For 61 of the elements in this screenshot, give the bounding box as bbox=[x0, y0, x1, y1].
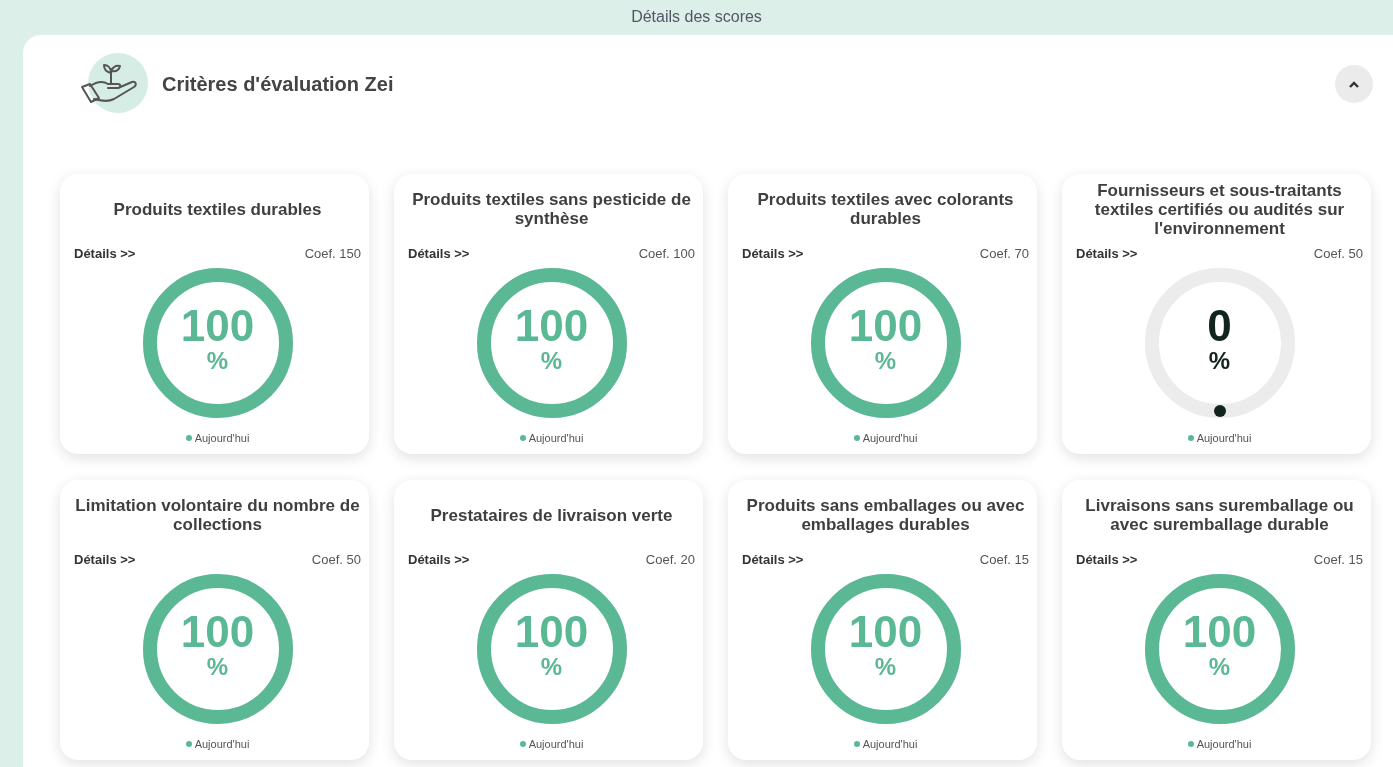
legend-label: Aujourd'hui bbox=[194, 432, 250, 444]
coefficient: Coef. 70 bbox=[979, 245, 1029, 261]
score-unit: % bbox=[874, 348, 897, 374]
legend-dot bbox=[1187, 741, 1194, 747]
coefficient: Coef. 15 bbox=[979, 551, 1029, 567]
details-link[interactable]: Détails >> bbox=[408, 551, 470, 567]
score-unit: % bbox=[1208, 348, 1231, 374]
legend-label: Aujourd'hui bbox=[862, 738, 918, 750]
details-link[interactable]: Détails >> bbox=[408, 245, 470, 261]
criterion-title: Prestataires de livraison verte bbox=[430, 505, 673, 525]
details-link[interactable]: Détails >> bbox=[1076, 245, 1138, 261]
chevron-icon bbox=[1348, 80, 1360, 88]
criterion-title: Produits textiles sans pesticide de synthèse bbox=[411, 190, 692, 228]
criterion-title: Produits textiles durables bbox=[113, 199, 322, 219]
legend-label: Aujourd'hui bbox=[528, 432, 584, 444]
legend-label: Aujourd'hui bbox=[1196, 432, 1252, 444]
score-value: 100 bbox=[180, 304, 255, 348]
section-title: Critères d'évaluation Zei bbox=[162, 72, 395, 96]
coefficient: Coef. 20 bbox=[645, 551, 695, 567]
score-value: 100 bbox=[514, 304, 589, 348]
coefficient: Coef. 15 bbox=[1313, 551, 1363, 567]
coefficient: Coef. 100 bbox=[638, 245, 695, 261]
score-value: 100 bbox=[848, 610, 923, 654]
criterion-title: Fournisseurs et sous-traitants textiles certifiés ou audités sur l'environnement bbox=[1093, 180, 1346, 238]
score-unit: % bbox=[540, 654, 563, 680]
coefficient: Coef. 50 bbox=[1313, 245, 1363, 261]
legend-label: Aujourd'hui bbox=[862, 432, 918, 444]
hand-with-sprout-icon bbox=[78, 53, 148, 115]
page-title: Détails des scores bbox=[630, 7, 763, 27]
legend-dot bbox=[519, 435, 526, 441]
legend-dot bbox=[185, 741, 192, 747]
collapse-button[interactable] bbox=[1335, 65, 1373, 103]
legend-dot bbox=[853, 741, 860, 747]
score-value: 100 bbox=[1182, 610, 1257, 654]
criterion-title: Produits textiles avec colorants durables bbox=[756, 190, 1015, 228]
details-link[interactable]: Détails >> bbox=[742, 551, 804, 567]
legend-dot bbox=[519, 741, 526, 747]
score-value: 100 bbox=[514, 610, 589, 654]
criterion-title: Livraisons sans suremballage ou avec suremballage durable bbox=[1084, 496, 1355, 534]
details-link[interactable]: Détails >> bbox=[1076, 551, 1138, 567]
legend-dot bbox=[853, 435, 860, 441]
score-value: 0 bbox=[1207, 304, 1232, 348]
score-unit: % bbox=[540, 348, 563, 374]
criterion-title: Limitation volontaire du nombre de collections bbox=[74, 496, 361, 534]
legend-label: Aujourd'hui bbox=[194, 738, 250, 750]
legend-dot bbox=[185, 435, 192, 441]
score-value: 100 bbox=[848, 304, 923, 348]
score-value: 100 bbox=[180, 610, 255, 654]
score-unit: % bbox=[874, 654, 897, 680]
legend-dot bbox=[1187, 435, 1194, 441]
score-unit: % bbox=[1208, 654, 1231, 680]
coefficient: Coef. 150 bbox=[304, 245, 361, 261]
details-link[interactable]: Détails >> bbox=[74, 245, 136, 261]
criterion-title: Produits sans emballages ou avec emballages durables bbox=[745, 496, 1026, 534]
details-link[interactable]: Détails >> bbox=[74, 551, 136, 567]
coefficient: Coef. 50 bbox=[311, 551, 361, 567]
score-unit: % bbox=[206, 654, 229, 680]
legend-label: Aujourd'hui bbox=[528, 738, 584, 750]
details-link[interactable]: Détails >> bbox=[742, 245, 804, 261]
score-unit: % bbox=[206, 348, 229, 374]
legend-label: Aujourd'hui bbox=[1196, 738, 1252, 750]
